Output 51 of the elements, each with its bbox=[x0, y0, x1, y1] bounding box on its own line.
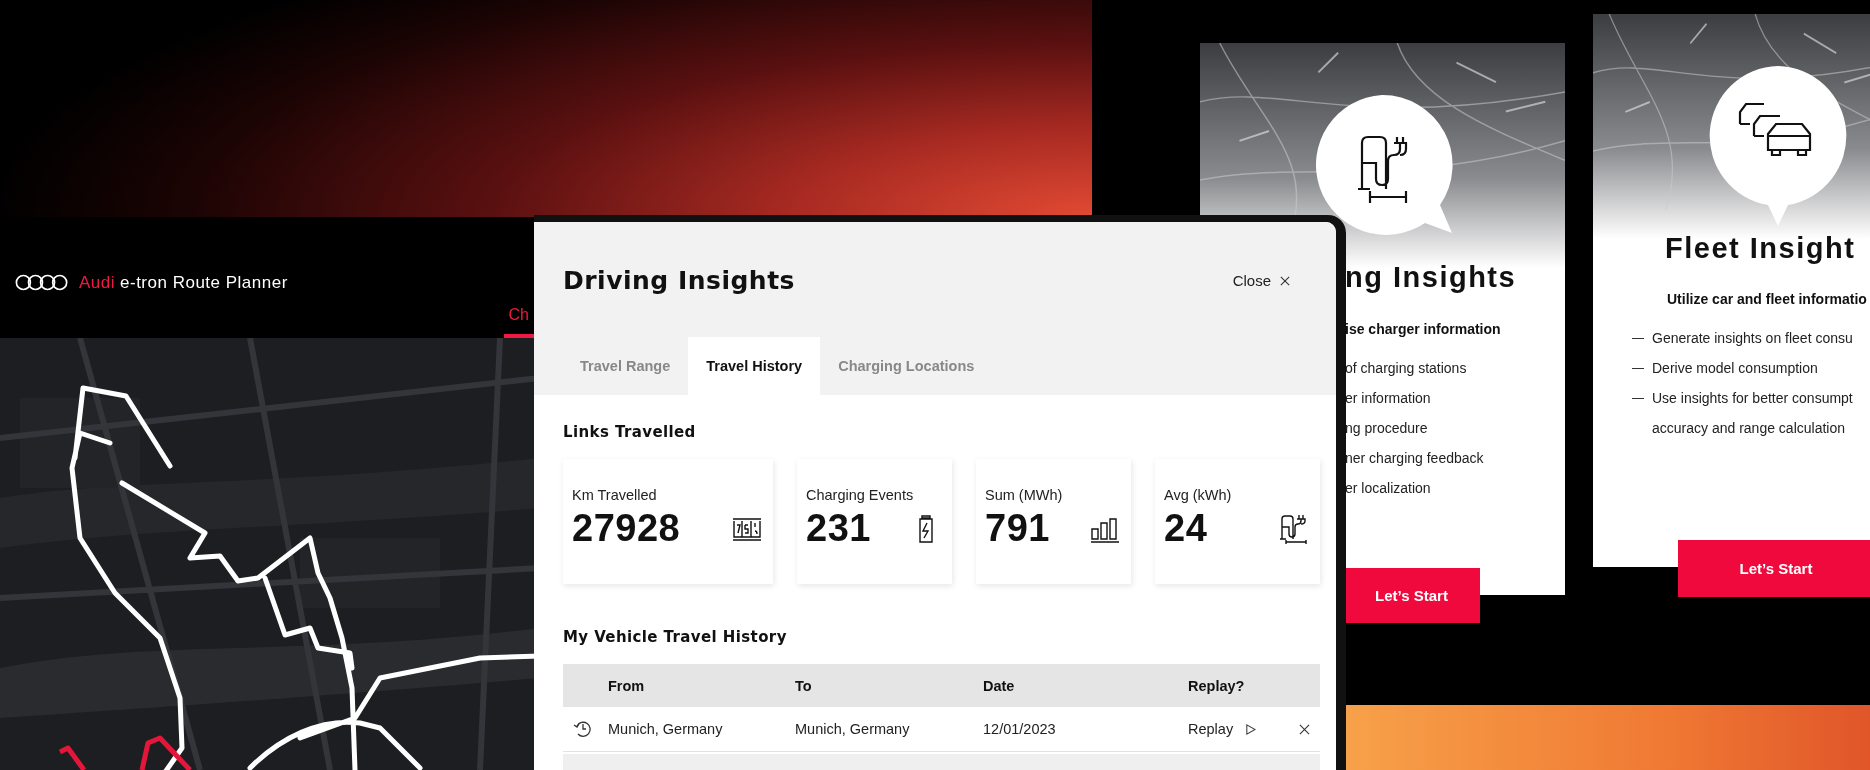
section-title: My Vehicle Travel History bbox=[563, 628, 788, 646]
stat-value: 791 bbox=[985, 507, 1050, 550]
app-title: e-tron Route Planner bbox=[120, 272, 288, 293]
list-item: ner charging feedback bbox=[1345, 449, 1484, 467]
dialog-title: Driving Insights bbox=[563, 266, 795, 295]
rings-logo bbox=[15, 274, 69, 291]
cars-icon bbox=[1738, 102, 1812, 157]
replay-button[interactable]: Replay bbox=[1188, 721, 1257, 737]
table-cell-text: Munich, Germany bbox=[608, 721, 724, 737]
list-item: Use insights for better consumpt bbox=[1652, 389, 1853, 407]
section-title: Links Travelled bbox=[563, 423, 697, 441]
close-button[interactable]: Close bbox=[1232, 272, 1290, 289]
history-icon bbox=[573, 719, 593, 739]
start-button[interactable]: Let’s Start bbox=[1678, 540, 1870, 597]
stat-label: Km Travelled bbox=[572, 487, 658, 503]
stat-value: 231 bbox=[806, 507, 871, 550]
list-item: er localization bbox=[1345, 479, 1431, 497]
list-item: er information bbox=[1345, 389, 1431, 407]
play-icon bbox=[1245, 723, 1257, 735]
tab[interactable]: Travel Range bbox=[562, 337, 689, 395]
close-icon bbox=[1280, 275, 1290, 286]
list-item: accuracy and range calculation bbox=[1652, 419, 1846, 437]
stat-label: Sum (MWh) bbox=[985, 487, 1064, 503]
column-header: Date bbox=[983, 677, 1016, 694]
table-cell-text: Munich, Germany bbox=[795, 721, 911, 737]
column-header: From bbox=[608, 677, 646, 694]
list-item: Generate insights on fleet consu bbox=[1652, 329, 1853, 347]
dash-icon bbox=[1632, 398, 1644, 400]
card-title: Fleet Insight bbox=[1665, 232, 1857, 265]
stat-label: Avg (kWh) bbox=[1164, 487, 1233, 503]
list-item: of charging stations bbox=[1345, 359, 1467, 377]
charger-icon bbox=[1356, 135, 1408, 205]
stat-label: Charging Events bbox=[806, 487, 915, 503]
brand-name: Audi bbox=[79, 272, 116, 293]
card-subtitle: Utilize car and fleet informatio bbox=[1667, 291, 1868, 307]
charger-icon bbox=[1278, 512, 1310, 545]
list-item: Derive model consumption bbox=[1652, 359, 1818, 377]
card-subtitle: ise charger information bbox=[1345, 321, 1502, 337]
column-header: To bbox=[795, 677, 813, 694]
stat-value: 24 bbox=[1164, 507, 1208, 550]
close-icon[interactable] bbox=[1299, 723, 1310, 735]
tab[interactable]: Charging Locations bbox=[820, 337, 993, 395]
stat-value: 27928 bbox=[572, 507, 681, 550]
start-button[interactable]: Let’s Start bbox=[1343, 568, 1480, 623]
card-title: ng Insights bbox=[1345, 261, 1518, 294]
tab[interactable]: Travel History bbox=[688, 337, 821, 395]
dash-icon bbox=[1632, 368, 1644, 370]
column-header: Replay? bbox=[1188, 677, 1246, 694]
dash-icon bbox=[1632, 338, 1644, 340]
table-cell-text: 12/01/2023 bbox=[983, 721, 1057, 737]
list-item: ng procedure bbox=[1345, 419, 1428, 437]
